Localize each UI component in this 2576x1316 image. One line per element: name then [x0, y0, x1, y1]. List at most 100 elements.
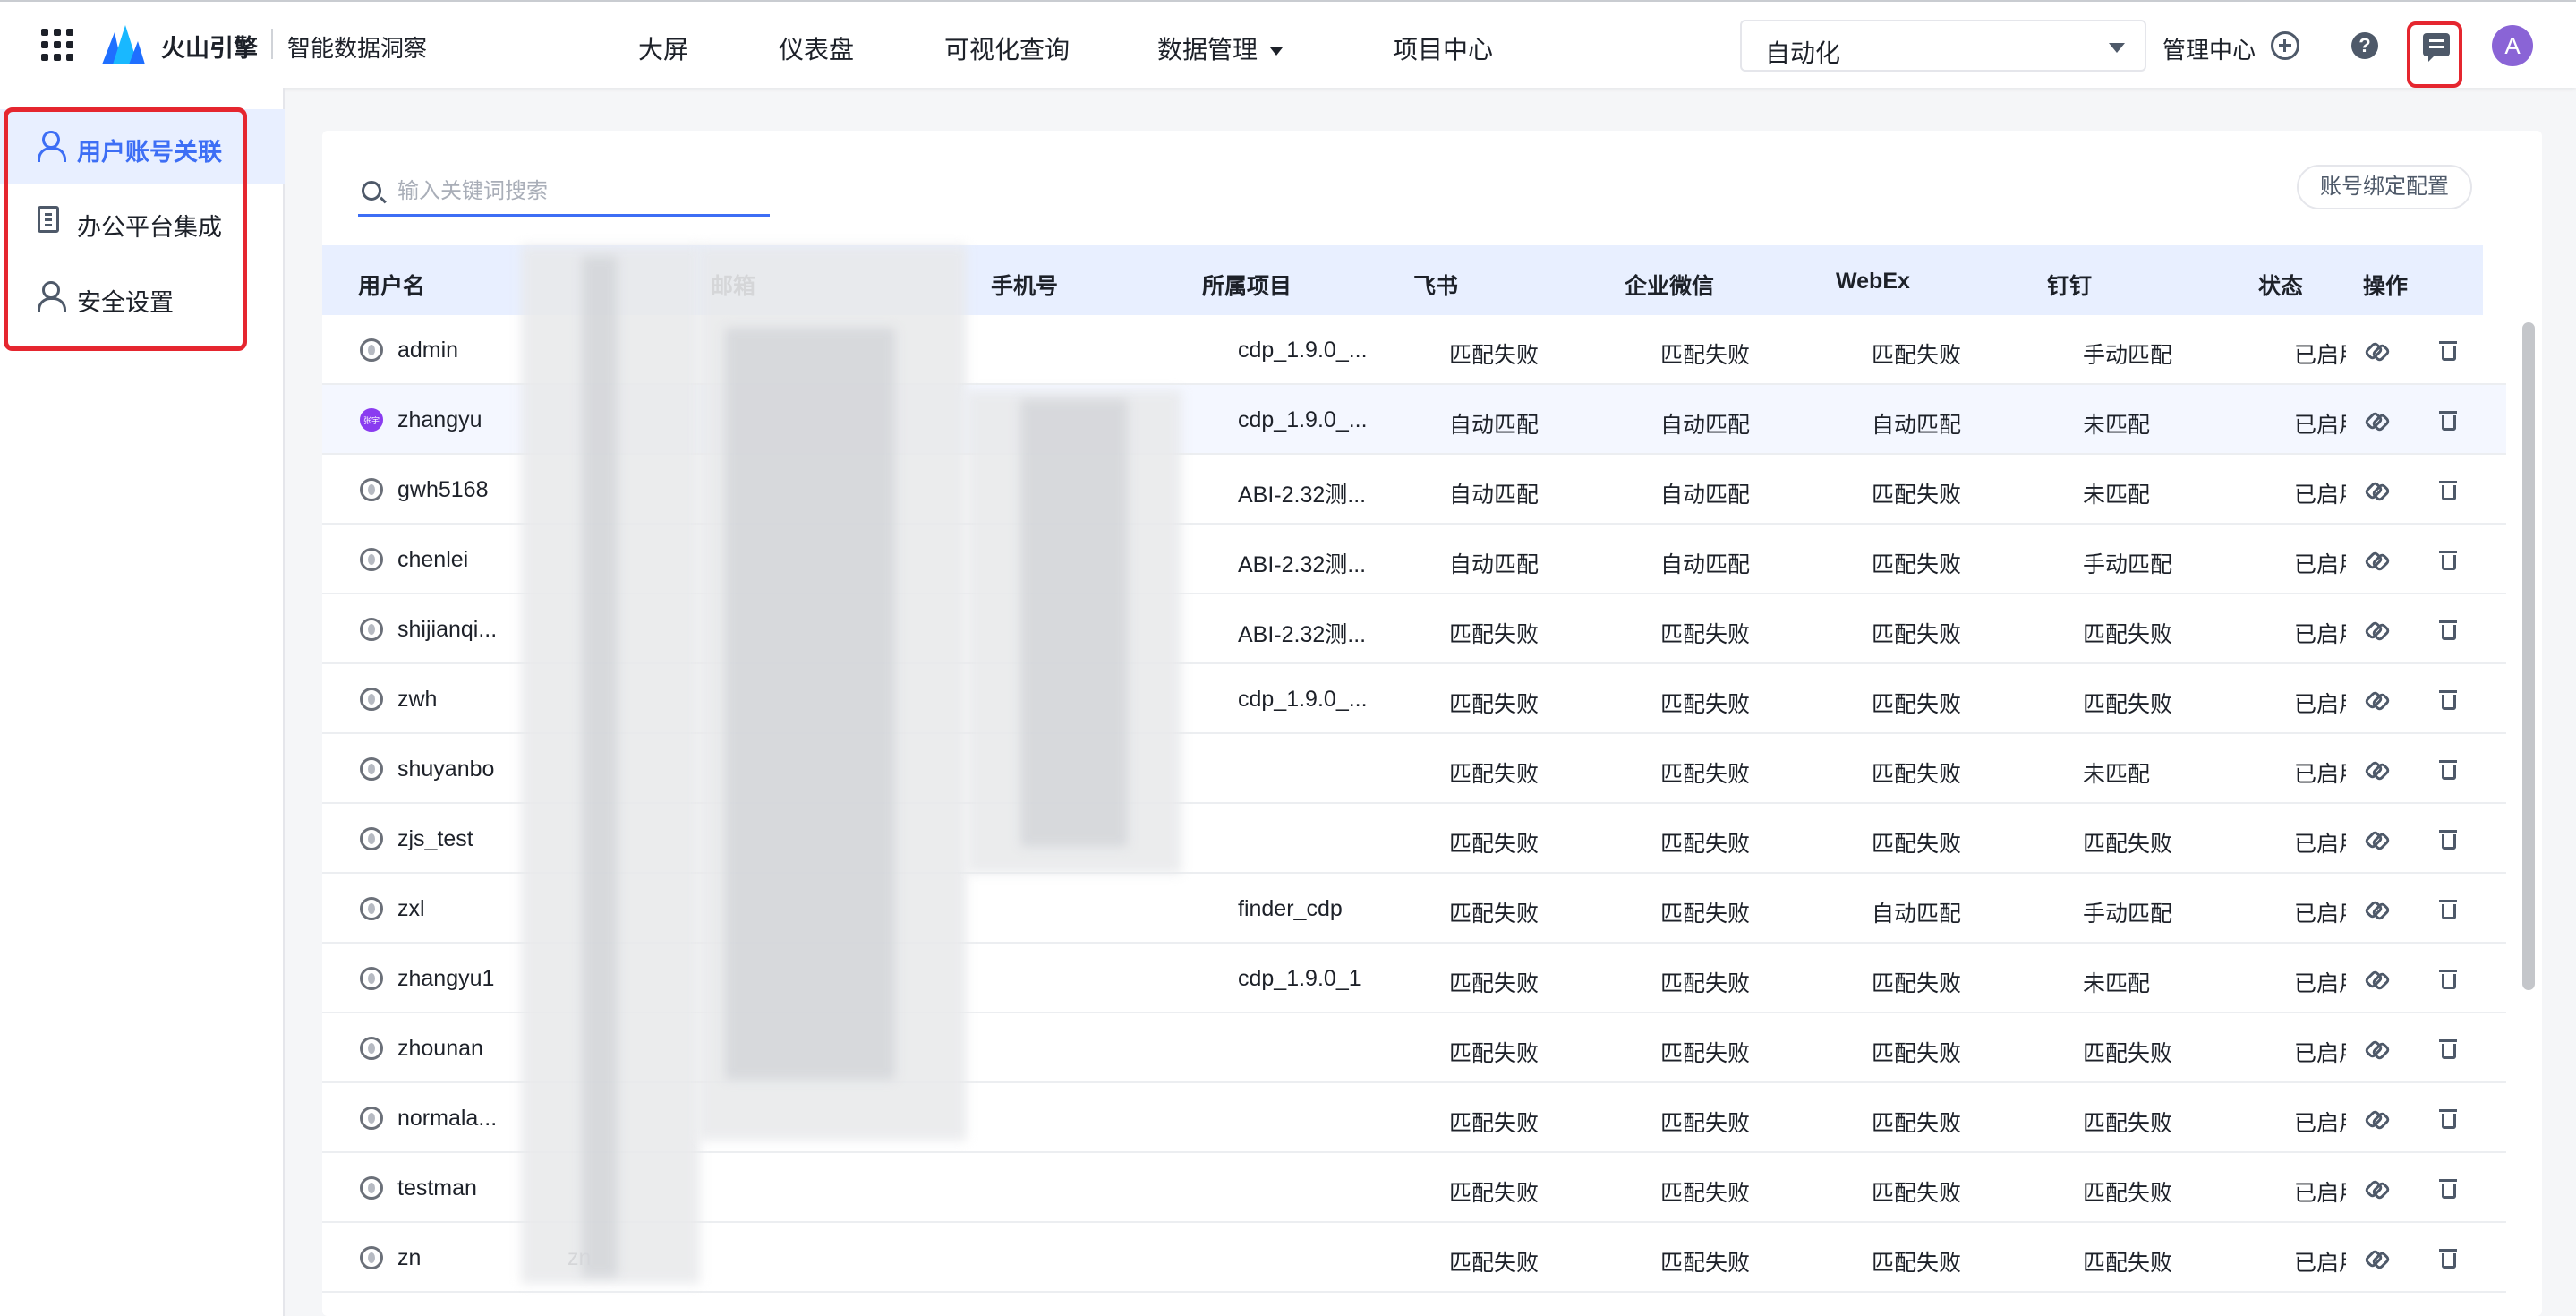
cell-webex: 匹配失败: [1872, 343, 1962, 368]
cell-webex: 自动匹配: [1872, 413, 1962, 438]
delete-icon[interactable]: [2439, 968, 2457, 989]
link-icon[interactable]: [2366, 339, 2385, 359]
cell-project: cdp_1.9.0_1: [1238, 966, 1361, 991]
link-icon[interactable]: [2366, 1038, 2385, 1057]
column-header-webex: WebEx: [1836, 269, 1910, 294]
cell-user: shijianqi...: [397, 617, 498, 642]
cell-wecom: 自动匹配: [1660, 552, 1751, 577]
cell-feishu: 自动匹配: [1449, 413, 1540, 438]
app-grid-icon[interactable]: [41, 29, 73, 61]
cell-webex: 匹配失败: [1872, 1041, 1962, 1066]
content-card: 账号绑定配置 用户名 邮箱 手机号 所属项目 飞书 企业微信 WebEx 钉钉 …: [322, 131, 2542, 1316]
nav-item-data-management[interactable]: 数据管理: [1157, 30, 1284, 66]
cell-dingtalk: 匹配失败: [2083, 692, 2173, 717]
delete-icon[interactable]: [2439, 619, 2457, 640]
cell-webex: 匹配失败: [1872, 692, 1962, 717]
user-avatar-icon: [360, 338, 383, 362]
delete-icon[interactable]: [2439, 898, 2457, 919]
cell-user: zxl: [397, 896, 425, 921]
nav-item-data-management-label: 数据管理: [1157, 36, 1258, 64]
cell-user: zhangyu1: [397, 966, 495, 991]
cell-webex: 自动匹配: [1872, 902, 1962, 927]
cell-dingtalk: 未匹配: [2083, 762, 2151, 787]
user-avatar-icon: [360, 1037, 383, 1060]
cell-user: admin: [397, 338, 459, 363]
link-icon[interactable]: [2366, 479, 2385, 499]
link-icon[interactable]: [2366, 619, 2385, 638]
user-avatar[interactable]: A: [2492, 25, 2533, 66]
cell-feishu: 匹配失败: [1449, 692, 1540, 717]
cell-dingtalk: 未匹配: [2083, 413, 2151, 438]
cell-status: 已启用: [2294, 483, 2346, 508]
table-scrollbar[interactable]: [2522, 322, 2535, 990]
column-header-feishu: 飞书: [1413, 274, 1459, 299]
cell-feishu: 匹配失败: [1449, 832, 1540, 857]
column-header-status: 状态: [2258, 274, 2304, 299]
column-header-dingtalk: 钉钉: [2047, 274, 2093, 299]
search-input[interactable]: [397, 174, 755, 209]
delete-icon[interactable]: [2439, 828, 2457, 850]
cell-project: cdp_1.9.0_...: [1238, 687, 1368, 712]
cell-wecom: 自动匹配: [1660, 483, 1751, 508]
nav-item-visual-query[interactable]: 可视化查询: [944, 30, 1070, 66]
link-icon[interactable]: [2366, 1247, 2385, 1267]
cell-user: zhounan: [397, 1036, 483, 1061]
user-avatar-icon: [360, 897, 383, 920]
message-icon[interactable]: [2423, 33, 2450, 62]
top-bar: 火山引擎 智能数据洞察 大屏 仪表盘 可视化查询 数据管理 项目中心 自动化 管…: [0, 0, 2576, 88]
cell-feishu: 匹配失败: [1449, 1251, 1540, 1276]
nav-item-project-center[interactable]: 项目中心: [1393, 30, 1493, 66]
search-box[interactable]: [358, 167, 770, 217]
project-select[interactable]: 自动化: [1740, 20, 2146, 72]
account-binding-config-button[interactable]: 账号绑定配置: [2297, 165, 2472, 209]
cell-dingtalk: 匹配失败: [2083, 622, 2173, 647]
product-name: 智能数据洞察: [287, 35, 428, 62]
delete-icon[interactable]: [2439, 1038, 2457, 1059]
delete-icon[interactable]: [2439, 339, 2457, 361]
link-icon[interactable]: [2366, 1177, 2385, 1197]
nav-item-dashboard[interactable]: 仪表盘: [779, 30, 854, 66]
help-icon[interactable]: ?: [2351, 32, 2378, 59]
cell-feishu: 自动匹配: [1449, 552, 1540, 577]
cell-webex: 匹配失败: [1872, 1251, 1962, 1276]
delete-icon[interactable]: [2439, 409, 2457, 431]
user-avatar-icon: [360, 1246, 383, 1269]
cell-feishu: 匹配失败: [1449, 971, 1540, 996]
cell-webex: 匹配失败: [1872, 971, 1962, 996]
cell-status: 已启用: [2294, 1041, 2346, 1066]
cell-user: shuyanbo: [397, 756, 495, 782]
link-icon[interactable]: [2366, 968, 2385, 987]
link-icon[interactable]: [2366, 688, 2385, 708]
cell-dingtalk: 手动匹配: [2083, 902, 2173, 927]
delete-icon[interactable]: [2439, 1247, 2457, 1269]
delete-icon[interactable]: [2439, 549, 2457, 570]
link-icon[interactable]: [2366, 758, 2385, 778]
delete-icon[interactable]: [2439, 479, 2457, 500]
logo-icon: [102, 25, 145, 64]
delete-icon[interactable]: [2439, 1177, 2457, 1199]
link-icon[interactable]: [2366, 549, 2385, 568]
link-icon[interactable]: [2366, 1107, 2385, 1127]
delete-icon[interactable]: [2439, 688, 2457, 710]
cell-user: testman: [397, 1175, 477, 1201]
cell-wecom: 匹配失败: [1660, 692, 1751, 717]
cell-status: 已启用: [2294, 1251, 2346, 1276]
user-avatar-icon: [360, 548, 383, 571]
cell-status: 已启用: [2294, 832, 2346, 857]
cell-status: 已启用: [2294, 902, 2346, 927]
delete-icon[interactable]: [2439, 758, 2457, 780]
cell-dingtalk: 匹配失败: [2083, 832, 2173, 857]
nav-item-dashboard-screen[interactable]: 大屏: [638, 30, 688, 66]
management-center-link[interactable]: 管理中心: [2162, 32, 2256, 65]
cell-status: 已启用: [2294, 343, 2346, 368]
link-icon[interactable]: [2366, 409, 2385, 429]
column-header-phone: 手机号: [991, 274, 1059, 299]
link-icon[interactable]: [2366, 898, 2385, 918]
cell-wecom: 匹配失败: [1660, 1041, 1751, 1066]
cell-project: cdp_1.9.0_...: [1238, 407, 1368, 432]
delete-icon[interactable]: [2439, 1107, 2457, 1129]
sidebar-highlight-box: [4, 107, 247, 351]
link-icon[interactable]: [2366, 828, 2385, 848]
management-center-icon[interactable]: [2271, 31, 2299, 60]
cell-dingtalk: 匹配失败: [2083, 1041, 2173, 1066]
